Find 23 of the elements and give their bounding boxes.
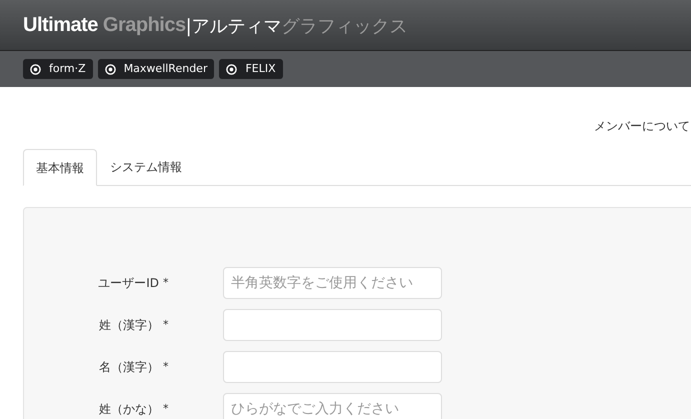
text-field[interactable]: 半角英数字をご使用ください [223,267,442,299]
text-field[interactable]: ひらがなでご入力ください [223,393,442,419]
text-field[interactable] [223,309,442,341]
text-field[interactable] [223,351,442,383]
logo-text: | [186,15,192,39]
logo-text: アルティマ [192,15,282,39]
field-label: 姓（漢字） [98,317,159,334]
nav-button[interactable]: MaxwellRender [98,59,214,79]
field-label: ユーザーID [97,275,159,292]
tab[interactable]: システム情報 [97,149,195,185]
nav-button[interactable]: FELIX [219,59,283,79]
required-mark: * [163,316,170,333]
logo-text: Graphics [102,13,186,38]
nav-button[interactable]: form·Z [23,59,93,79]
logo-text: Ultimate [23,13,98,38]
tab[interactable]: 基本情報 [23,149,97,186]
field-label: 姓（かな） [98,401,159,418]
required-mark: * [163,274,170,291]
required-mark: * [163,400,170,417]
field-label: 名（漢字） [98,359,159,376]
logo-text: グラフィックス [282,15,408,39]
required-mark: * [163,358,170,375]
member-link[interactable]: メンバーについて [594,117,690,149]
